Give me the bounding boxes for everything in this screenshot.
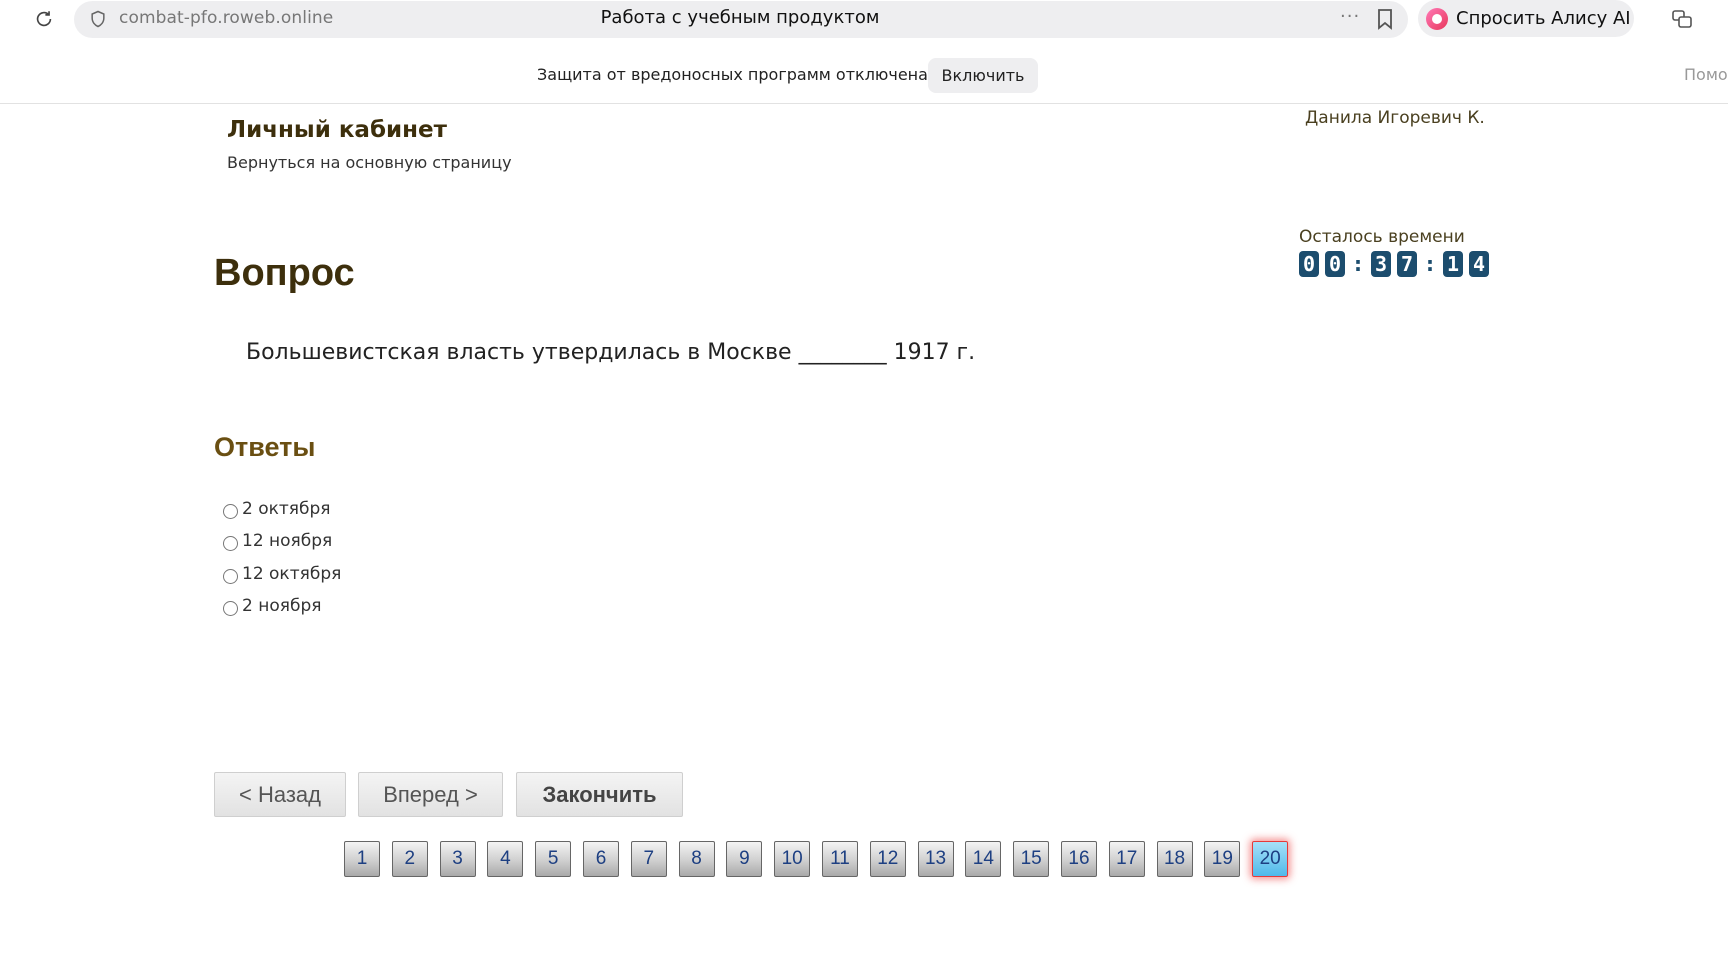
page-button[interactable]: 5 (535, 841, 572, 877)
page-button[interactable]: 9 (726, 841, 763, 877)
help-link[interactable]: Помо (1684, 65, 1728, 84)
user-name: Данила Игоревич К. (1305, 108, 1485, 128)
page-button[interactable]: 15 (1013, 841, 1050, 877)
page-button[interactable]: 8 (678, 841, 715, 877)
page-button[interactable]: 17 (1108, 841, 1145, 877)
answer-option[interactable]: 12 ноября (223, 531, 332, 551)
page-button[interactable]: 10 (774, 841, 811, 877)
page-button[interactable]: 18 (1156, 841, 1193, 877)
timer-digit: 4 (1469, 251, 1489, 277)
timer-digit: 7 (1397, 251, 1417, 277)
more-icon[interactable]: ··· (1340, 6, 1360, 27)
page-button[interactable]: 13 (917, 841, 954, 877)
page-button[interactable]: 19 (1204, 841, 1241, 877)
countdown-timer: 0 0 : 3 7 : 1 4 (1299, 251, 1495, 277)
page-button[interactable]: 1 (344, 841, 380, 877)
timer-separator: : (1354, 252, 1362, 276)
security-infobar: Защита от вредоносных программ отключена… (0, 38, 1728, 104)
answer-option[interactable]: 2 октября (223, 499, 331, 519)
url-text[interactable]: combat-pfo.roweb.online (119, 8, 333, 28)
bookmark-icon[interactable] (1375, 8, 1395, 30)
answer-label: 2 ноября (242, 596, 322, 616)
cabinet-title: Личный кабинет (227, 117, 447, 143)
page-button[interactable]: 3 (439, 841, 476, 877)
answer-label: 2 октября (242, 499, 331, 519)
extension-icon[interactable] (1670, 7, 1694, 31)
page-button-current[interactable]: 20 (1252, 841, 1289, 877)
timer-digit: 1 (1443, 251, 1463, 277)
finish-button[interactable]: Закончить (516, 772, 683, 817)
radio-button[interactable] (223, 600, 238, 616)
radio-button[interactable] (223, 568, 238, 584)
page-button[interactable]: 2 (391, 841, 428, 877)
infobar-message: Защита от вредоносных программ отключена (537, 65, 928, 84)
page-title: Работа с учебным продуктом (600, 7, 880, 28)
page-button[interactable]: 16 (1060, 841, 1097, 877)
radio-button[interactable] (223, 503, 238, 519)
answer-label: 12 ноября (242, 531, 333, 551)
question-pager: 1 2 3 4 5 6 7 8 9 10 11 12 13 14 15 16 1… (344, 841, 1300, 877)
question-text: Большевистская власть утвердилась в Моск… (246, 340, 976, 365)
question-heading: Вопрос (214, 252, 355, 294)
enable-protection-button[interactable]: Включить (928, 58, 1038, 93)
page-button[interactable]: 12 (869, 841, 906, 877)
answers-heading: Ответы (214, 432, 316, 462)
page-button[interactable]: 11 (821, 841, 858, 877)
answer-label: 12 октября (242, 564, 342, 584)
shield-icon[interactable] (88, 9, 108, 29)
time-remaining-label: Осталось времени (1299, 227, 1465, 247)
forward-button[interactable]: Вперед > (358, 772, 503, 817)
alice-icon (1426, 7, 1448, 30)
back-button[interactable]: < Назад (214, 772, 346, 817)
ask-alice-button[interactable]: Спросить Алису AI (1418, 0, 1634, 37)
back-to-main-link[interactable]: Вернуться на основную страницу (227, 153, 512, 172)
browser-address-bar: combat-pfo.roweb.online Работа с учебным… (0, 0, 1728, 38)
ask-alice-label: Спросить Алису AI (1456, 8, 1631, 29)
page-button[interactable]: 6 (582, 841, 619, 877)
reload-icon[interactable] (32, 7, 56, 31)
timer-digit: 0 (1299, 251, 1319, 277)
page-button[interactable]: 4 (487, 841, 524, 877)
answer-option[interactable]: 2 ноября (223, 596, 321, 616)
answer-option[interactable]: 12 октября (223, 564, 341, 584)
timer-digit: 3 (1371, 251, 1391, 277)
page-button[interactable]: 14 (965, 841, 1002, 877)
page-button[interactable]: 7 (630, 841, 667, 877)
timer-separator: : (1426, 252, 1434, 276)
timer-digit: 0 (1325, 251, 1345, 277)
radio-button[interactable] (223, 535, 238, 551)
